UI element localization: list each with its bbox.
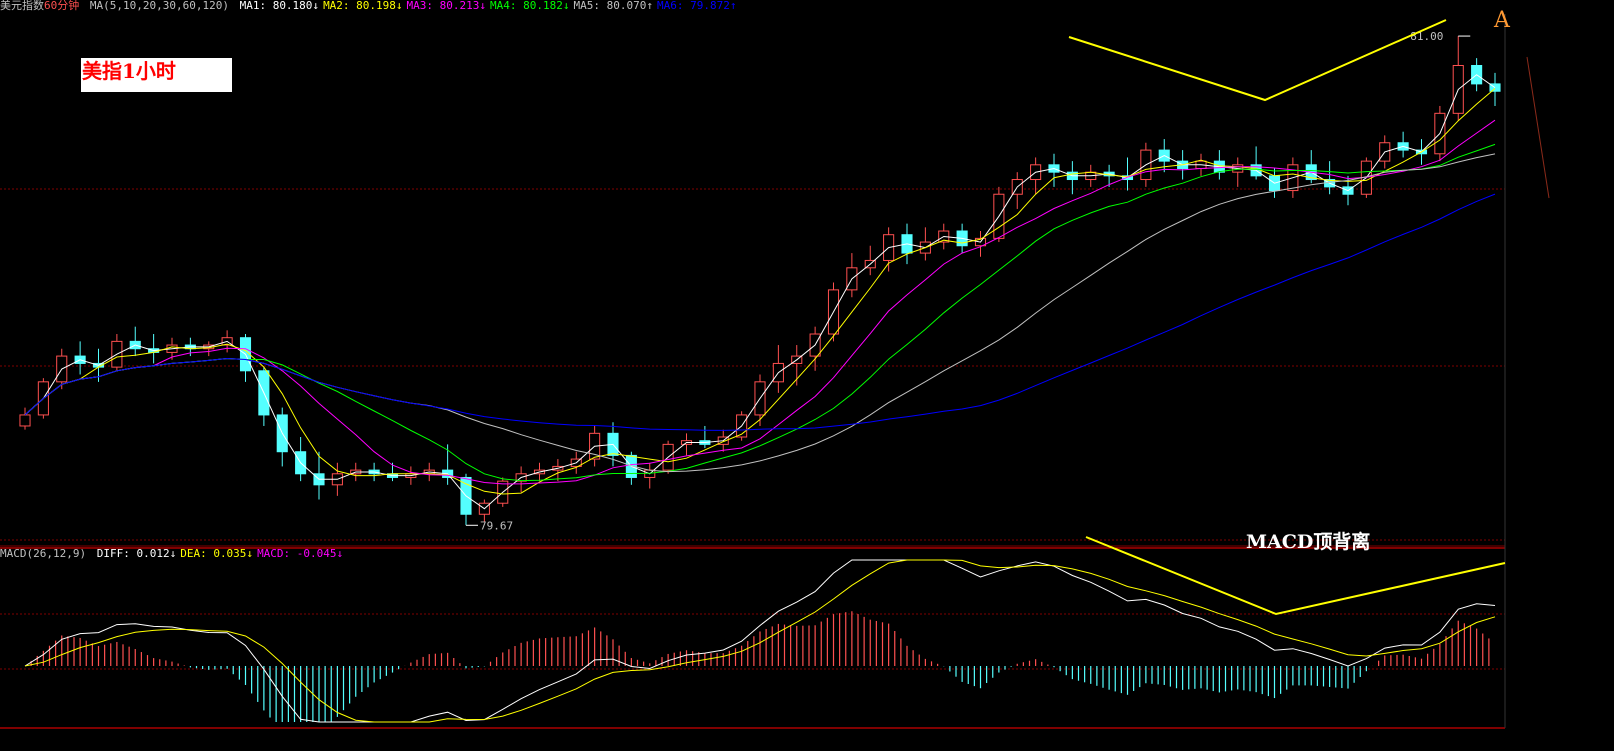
chart-title: 美指1小时 xyxy=(82,59,176,83)
price-header: 美元指数60分钟 MA(5,10,20,30,60,120) MA1: 80.1… xyxy=(0,0,744,12)
period-label: 60分钟 xyxy=(44,0,80,12)
macd-header: MACD(26,12,9) DIFF: 0.012↓ DEA: 0.035↓ MAC… xyxy=(0,548,351,560)
ma2-line xyxy=(24,88,1496,495)
candle-up xyxy=(19,414,31,427)
ma-params: MA(5,10,20,30,60,120) xyxy=(89,0,229,12)
ma1-line xyxy=(24,74,1496,510)
ma-value-6: MA6: 79.872↑ xyxy=(657,0,737,12)
ma-value-2: MA2: 80.198↓ xyxy=(323,0,403,12)
macd-values: DIFF: 0.012↓ DEA: 0.035↓ MACD: -0.045↓ xyxy=(97,547,347,560)
high-label: 81.00 xyxy=(1410,30,1443,43)
price-divergence-line xyxy=(1068,19,1447,102)
macd-divergence-note: MACD顶背离 xyxy=(1246,531,1371,553)
ma-value-4: MA4: 80.182↓ xyxy=(490,0,570,12)
corner-label: A xyxy=(1494,8,1510,33)
chart-title-box: 美指1小时 xyxy=(81,58,232,92)
macd-value-3: MACD: -0.045↓ xyxy=(257,547,344,560)
instrument-name: 美元指数 xyxy=(0,0,44,12)
ma-value-3: MA3: 80.213↓ xyxy=(406,0,487,12)
low-label: 79.67 xyxy=(480,519,513,532)
trend-mark xyxy=(1526,56,1550,199)
ma-value-5: MA5: 80.070↑ xyxy=(573,0,653,12)
macd-params: MACD(26,12,9) xyxy=(0,547,87,560)
kline-chart: 81.00 79.67 xyxy=(0,14,1550,729)
macd-value-2: DEA: 0.035↓ xyxy=(180,547,254,560)
macd-value-1: DIFF: 0.012↓ xyxy=(96,547,177,560)
ma-value-1: MA1: 80.180↓ xyxy=(239,0,320,12)
ma-values: MA1: 80.180↓ MA2: 80.198↓ MA3: 80.213↓ MA4:… xyxy=(240,0,741,12)
